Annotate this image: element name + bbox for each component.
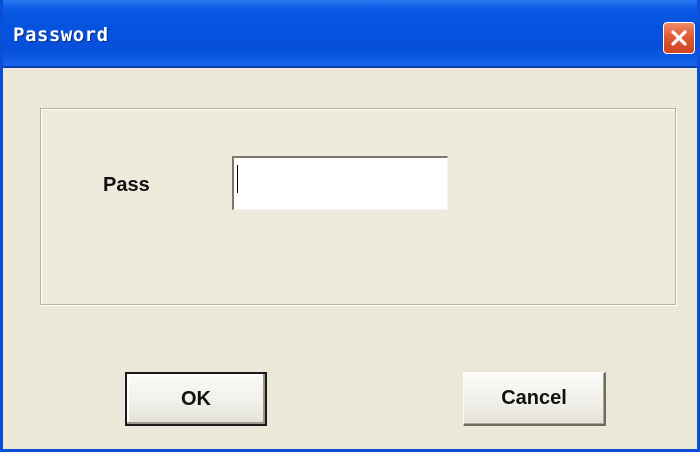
ok-button[interactable]: OK <box>125 372 267 426</box>
password-input[interactable] <box>232 156 448 210</box>
close-button[interactable] <box>663 22 695 54</box>
text-cursor <box>237 165 238 193</box>
title-bar[interactable]: Password <box>3 0 697 68</box>
password-dialog: Password Pass OK Cancel <box>0 0 700 452</box>
cancel-button[interactable]: Cancel <box>463 372 606 426</box>
password-label: Pass <box>103 174 150 196</box>
close-icon <box>669 28 689 48</box>
window-title: Password <box>13 24 109 46</box>
